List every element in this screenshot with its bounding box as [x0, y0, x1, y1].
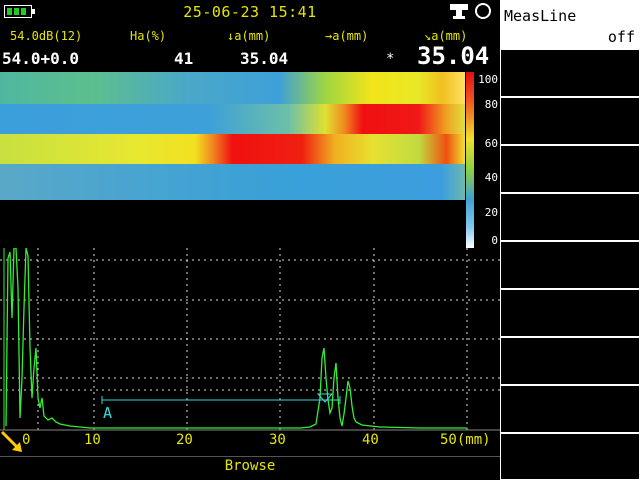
corner-arrow-icon[interactable] [0, 430, 22, 452]
gain-label: 54.0dB(12) [10, 29, 83, 43]
scale-tick: 80 [484, 98, 498, 111]
menu-slot[interactable] [500, 385, 640, 433]
x-tick: 40 [362, 432, 379, 448]
cscan-row [0, 72, 465, 104]
mode-label: Browse [224, 458, 276, 474]
menu-slot[interactable] [500, 49, 640, 97]
star-marker: * [386, 51, 395, 67]
x-tick: 10 [84, 432, 101, 448]
probe-icon [450, 4, 468, 19]
ascan-trace [5, 248, 467, 429]
scale-tick: 40 [484, 171, 498, 184]
menu-slot[interactable] [500, 97, 640, 145]
measline-value: off [607, 28, 635, 46]
cscan-image[interactable] [0, 72, 465, 200]
depth-label: ↓a(mm) [227, 29, 271, 43]
menu-slot[interactable] [500, 433, 640, 480]
circle-icon [475, 3, 491, 19]
gate-label: A [103, 404, 113, 422]
ha-label: Ha(%) [130, 29, 167, 43]
menu-slot[interactable] [500, 337, 640, 385]
cscan-row [0, 104, 465, 134]
x-tick: 20 [176, 432, 193, 448]
x-tick: 0 [22, 432, 31, 448]
scale-tick: 100 [478, 73, 498, 86]
menu-slot[interactable] [500, 145, 640, 193]
surface-distance-label: →a(mm) [325, 29, 369, 43]
depth-value: 35.04 [240, 49, 289, 68]
cscan-row [0, 164, 465, 200]
x-tick: 30 [269, 432, 286, 448]
ha-value: 41 [174, 49, 194, 68]
x-tick: 50(mm) [440, 432, 491, 448]
battery-icon [4, 5, 35, 18]
scale-tick: 0 [491, 234, 498, 247]
path-value: 35.04 [417, 42, 490, 70]
measline-menu-item[interactable]: MeasLine off [500, 0, 640, 49]
scale-tick: 60 [484, 137, 498, 150]
gain-value: 54.0+0.0 [2, 49, 80, 68]
scale-tick: 20 [484, 206, 498, 219]
menu-slot[interactable] [500, 193, 640, 241]
menu-slot[interactable] [500, 289, 640, 337]
path-label: ↘a(mm) [424, 29, 468, 43]
cscan-row [0, 134, 465, 164]
side-menu: MeasLine off [500, 0, 640, 480]
ascan-plot[interactable] [0, 248, 500, 456]
date-time: 25-06-23 15:41 [183, 3, 317, 21]
measline-label: MeasLine [504, 7, 577, 25]
menu-slot[interactable] [500, 241, 640, 289]
